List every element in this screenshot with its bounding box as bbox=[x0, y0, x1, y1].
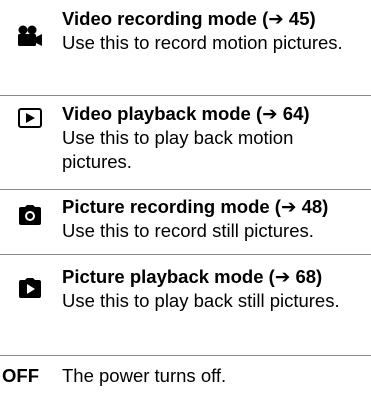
mode-title: Video recording mode (➔ 45) bbox=[62, 8, 316, 29]
mode-row-video-recording: Video recording mode (➔ 45) Use this to … bbox=[0, 0, 371, 94]
mode-dial-table: Video recording mode (➔ 45) Use this to … bbox=[0, 0, 371, 394]
mode-description: Use this to record motion pictures. bbox=[62, 32, 343, 53]
mode-description: Use this to record still pictures. bbox=[62, 220, 314, 241]
mode-row-video-playback: Video playback mode (➔ 64) Use this to p… bbox=[0, 96, 371, 184]
mode-title: Video playback mode (➔ 64) bbox=[62, 103, 310, 124]
mode-title: Picture recording mode (➔ 48) bbox=[62, 196, 329, 217]
mode-description: Use this to play back motion pictures. bbox=[62, 127, 294, 172]
video-camera-icon bbox=[0, 24, 60, 48]
play-button-icon bbox=[0, 106, 60, 130]
off-description: The power turns off. bbox=[62, 365, 227, 386]
picture-playback-icon bbox=[0, 275, 60, 301]
mode-description: Use this to play back still pictures. bbox=[62, 290, 340, 311]
mode-row-picture-playback: Picture playback mode (➔ 68) Use this to… bbox=[0, 255, 371, 349]
mode-title: Picture playback mode (➔ 68) bbox=[62, 266, 323, 287]
mode-row-picture-recording: Picture recording mode (➔ 48) Use this t… bbox=[0, 190, 371, 246]
mode-row-off: OFF The power turns off. bbox=[0, 356, 371, 394]
off-label: OFF bbox=[2, 365, 39, 386]
camera-icon bbox=[0, 202, 60, 228]
